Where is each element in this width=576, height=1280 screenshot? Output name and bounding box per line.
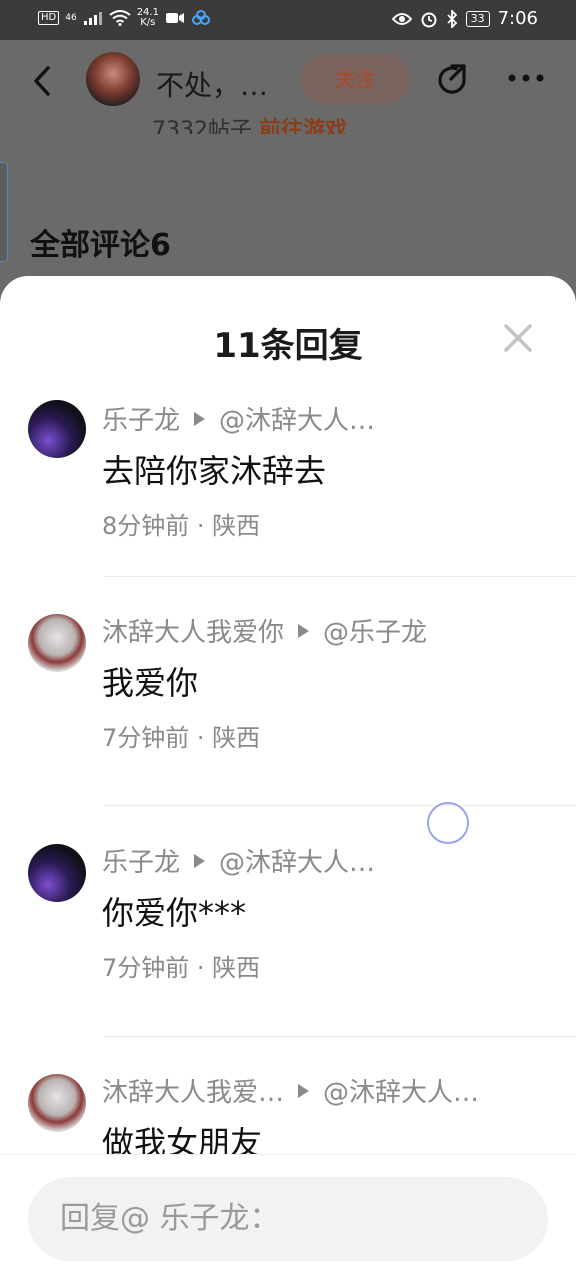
reply-meta: 沐辞大人我爱… @沐辞大人… [102,1072,479,1109]
speed-unit: K/s [140,17,156,28]
replies-list[interactable]: 乐子龙 @沐辞大人… 去陪你家沐辞去 8分钟前 · 陕西 沐辞大人我爱你 @乐子… [0,388,576,1154]
alarm-icon [421,12,437,27]
reply-author[interactable]: 沐辞大人我爱你 [102,612,284,649]
reply-to-arrow-icon [298,623,310,638]
reply-to-arrow-icon [298,1083,310,1098]
bluetooth-icon [446,9,457,28]
reply-time: 7分钟前 · 陕西 [102,954,261,982]
reply-content: 去陪你家沐辞去 [102,452,327,490]
back-arrow-icon[interactable] [28,62,56,100]
network-speed: 24.1 K/s [137,8,159,28]
avatar[interactable] [28,1074,86,1132]
reply-item[interactable]: 乐子龙 @沐辞大人… 去陪你家沐辞去 8分钟前 · 陕西 [0,388,576,577]
reply-content: 我爱你 [102,664,199,702]
status-bar: HD 46 24.1 K/s 33 7:06 [0,0,576,40]
status-right: 33 7:06 [391,8,538,29]
go-to-game-link[interactable]: 前往游戏 [259,118,347,134]
reply-author[interactable]: 乐子龙 [102,400,180,437]
reply-input[interactable]: 回复@ 乐子龙： [28,1177,548,1261]
reply-target[interactable]: @沐辞大人… [219,842,375,879]
network-type: 46 [65,12,77,23]
side-tab[interactable] [0,162,8,262]
reply-target[interactable]: @乐子龙 [323,612,427,649]
signal-icon [83,12,102,25]
follow-button[interactable]: 关注 [300,54,410,104]
reply-author[interactable]: 乐子龙 [102,842,180,879]
reply-item[interactable]: 沐辞大人我爱你 @乐子龙 我爱你 7分钟前 · 陕西 [0,576,576,806]
reply-target[interactable]: @沐辞大人… [323,1072,479,1109]
reply-to-arrow-icon [194,411,206,426]
clock: 7:06 [497,8,538,29]
cloud-app-icon [191,10,210,25]
eye-icon [391,12,412,25]
posts-summary: 7332帖子 前往游戏 [152,112,347,134]
close-icon[interactable] [502,322,534,354]
reply-content: 你爱你*** [102,894,247,932]
reply-bar: 回复@ 乐子龙： [0,1154,576,1280]
reply-meta: 乐子龙 @沐辞大人… [102,400,375,437]
post-author-title: 不处，… [156,69,269,102]
reply-item[interactable]: 乐子龙 @沐辞大人… 你爱你*** 7分钟前 · 陕西 [0,806,576,1037]
reply-item[interactable]: 沐辞大人我爱… @沐辞大人… 做我女朋友 [0,1036,576,1154]
more-icon[interactable] [506,66,546,90]
hd-indicator: HD [38,11,60,25]
all-comments-heading: 全部评论6 [30,228,171,263]
posts-count: 7332帖子 [152,118,252,134]
avatar[interactable] [28,614,86,672]
background-post-page: 不处，… 关注 7332帖子 前往游戏 全部评论6 [0,40,576,280]
reply-time: 7分钟前 · 陕西 [102,724,261,752]
share-icon[interactable] [434,62,470,98]
reply-to-arrow-icon [194,853,206,868]
reply-meta: 乐子龙 @沐辞大人… [102,842,375,879]
loading-spinner-icon [427,802,469,844]
avatar[interactable] [28,844,86,902]
reply-author[interactable]: 沐辞大人我爱… [102,1072,284,1109]
reply-target[interactable]: @沐辞大人… [219,400,375,437]
status-left: HD 46 24.1 K/s [38,8,211,28]
reply-meta: 沐辞大人我爱你 @乐子龙 [102,612,427,649]
video-icon [165,13,184,23]
replies-sheet-title: 11条回复 [213,326,363,366]
reply-content: 做我女朋友 [102,1124,263,1154]
author-avatar[interactable] [86,52,140,106]
avatar[interactable] [28,400,86,458]
replies-sheet: 11条回复 乐子龙 @沐辞大人… 去陪你家沐辞去 8分钟前 · 陕西 沐辞大人我… [0,276,576,1280]
wifi-icon [109,10,131,26]
battery-indicator: 33 [465,10,490,27]
reply-time: 8分钟前 · 陕西 [102,512,261,540]
